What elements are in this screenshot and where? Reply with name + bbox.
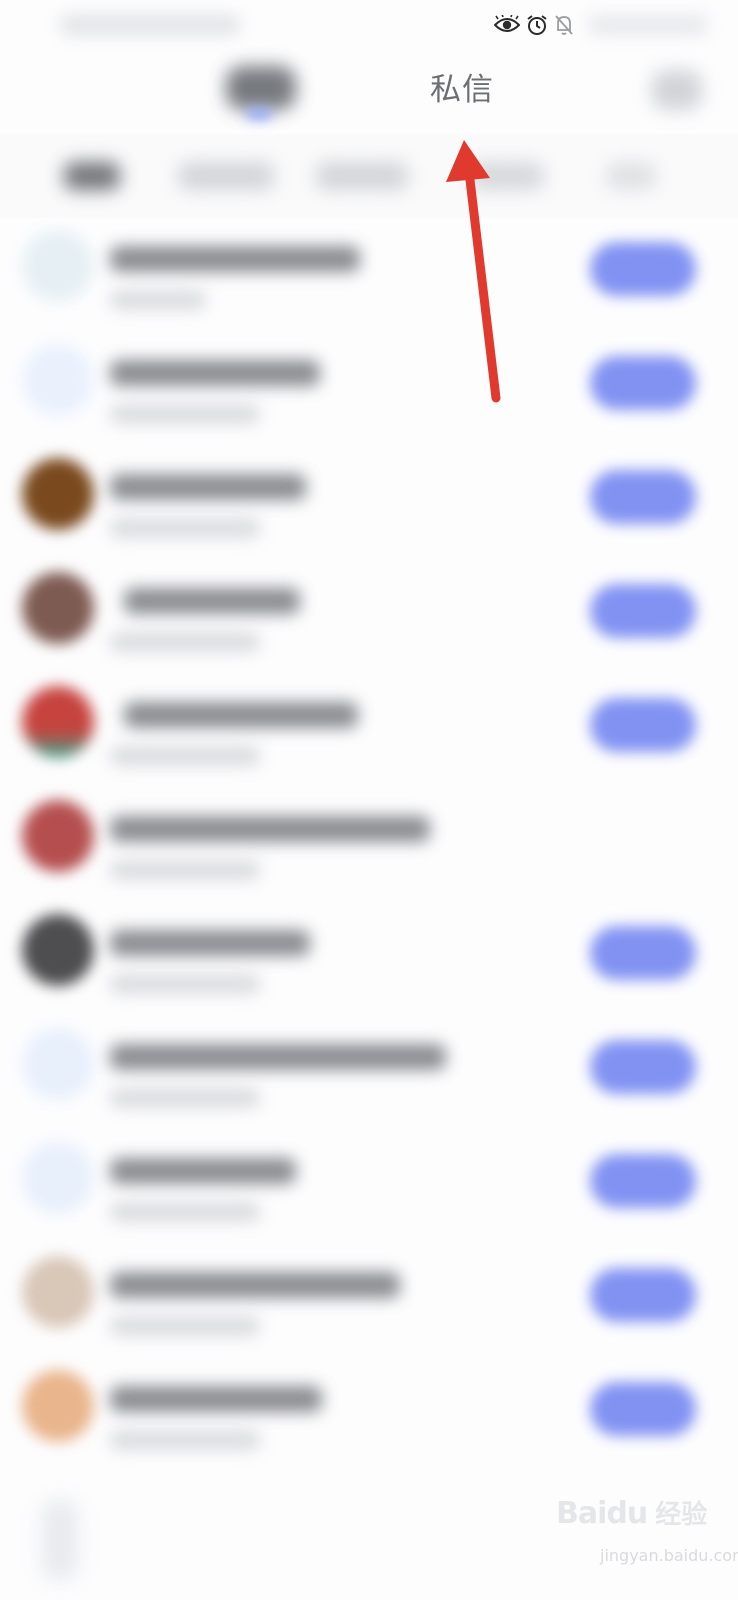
annotation-arrow bbox=[446, 140, 501, 403]
screen: 私信 Baidu 经验 jingyan.baidu.com bbox=[0, 0, 738, 1600]
watermark-url: jingyan.baidu.com bbox=[600, 1546, 738, 1565]
baidu-watermark: Baidu 经验 bbox=[556, 1494, 707, 1531]
baidu-logo: Baidu bbox=[556, 1496, 648, 1531]
watermark-text: 经验 bbox=[655, 1500, 708, 1530]
